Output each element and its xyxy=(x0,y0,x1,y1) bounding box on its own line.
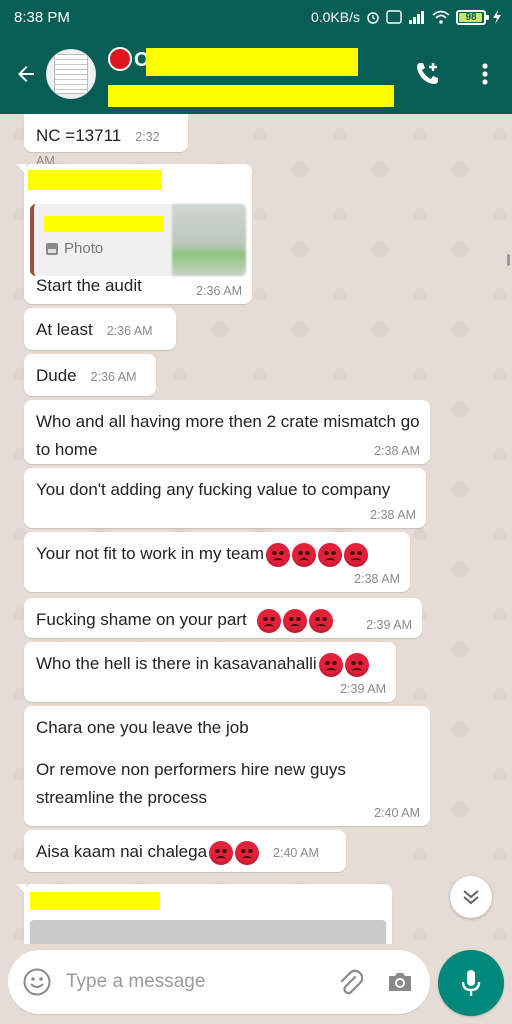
message-text: Fucking shame on your part xyxy=(36,610,247,629)
scroll-to-bottom-button[interactable] xyxy=(450,876,492,918)
contact-title[interactable]: O xyxy=(108,39,412,109)
redaction-sender xyxy=(28,170,162,190)
message-time: 2:39 AM xyxy=(366,618,412,632)
message-time: 2:40 AM xyxy=(374,806,420,820)
more-vert-icon[interactable] xyxy=(470,59,500,89)
avatar-image xyxy=(54,54,88,94)
message-text: At least xyxy=(36,320,93,339)
status-icons: 0.0KB/s 98 xyxy=(311,9,502,25)
redaction-name xyxy=(146,48,358,76)
message-time: 2:36 AM xyxy=(106,324,153,338)
charging-icon xyxy=(492,10,502,24)
message-text: You don't adding any fucking value to co… xyxy=(36,480,391,499)
mic-button[interactable] xyxy=(438,950,504,1016)
quoted-message[interactable]: Photo xyxy=(30,204,246,276)
message-bubble[interactable]: NC =13711 2:32 AM xyxy=(24,114,188,168)
message-time: 2:36 AM xyxy=(196,284,242,298)
double-chevron-down-icon xyxy=(463,890,479,905)
battery-level: 98 xyxy=(465,11,477,23)
angry-face-icon xyxy=(266,542,291,567)
bubble-tail xyxy=(16,884,26,894)
bubble-tail xyxy=(16,164,26,174)
scrollbar[interactable] xyxy=(507,254,510,266)
message-bubble[interactable]: Dude 2:36 AM xyxy=(24,354,156,396)
message-text: Your not fit to work in my team xyxy=(36,544,265,563)
message-text: Who and all having more then 2 crate mis… xyxy=(36,412,420,459)
angry-face-icon xyxy=(344,652,369,677)
message-time: 2:38 AM xyxy=(374,444,420,458)
message-bubble[interactable]: Aisa kaam nai chalega 2:40 AM xyxy=(24,830,346,872)
mic-icon xyxy=(461,970,481,996)
message-bubble[interactable]: At least 2:36 AM xyxy=(24,308,176,350)
back-arrow-icon[interactable] xyxy=(12,60,40,88)
battery-icon: 98 xyxy=(456,9,489,25)
alarm-icon xyxy=(366,10,380,24)
message-text: Chara one you leave the job xyxy=(36,718,249,737)
message-input[interactable] xyxy=(66,971,316,993)
signal-icon xyxy=(408,10,426,24)
message-time: 2:39 AM xyxy=(340,682,386,696)
message-line: Your not fit to work in my team xyxy=(36,540,398,568)
angry-face-icon xyxy=(344,542,369,567)
chat-area[interactable]: NC =13711 2:32 AM Photo Start the audit 2… xyxy=(0,114,512,944)
message-bubble[interactable]: Who and all having more then 2 crate mis… xyxy=(24,400,430,464)
angry-face-icon xyxy=(283,608,308,633)
message-bubble[interactable]: Fucking shame on your part 2:39 AM xyxy=(24,598,422,638)
blurred-attachment xyxy=(30,920,386,944)
message-time: 2:38 AM xyxy=(354,572,400,586)
message-text: NC =13711 xyxy=(36,126,122,145)
message-composer xyxy=(8,950,430,1014)
message-text: Start the audit xyxy=(36,276,142,295)
message-text-2: Or remove non performers hire new guys s… xyxy=(36,760,346,807)
message-time: 2:36 AM xyxy=(90,370,137,384)
voice-call-add-icon[interactable] xyxy=(412,59,442,89)
quoted-photo-label: Photo xyxy=(46,240,103,257)
volte-icon xyxy=(386,10,402,24)
camera-icon[interactable] xyxy=(384,966,416,998)
message-bubble[interactable] xyxy=(16,884,392,944)
message-bubble[interactable]: Your not fit to work in my team 2:38 AM xyxy=(24,532,410,592)
angry-face-icon xyxy=(309,608,334,633)
message-time: 2:40 AM xyxy=(273,846,319,860)
header-actions xyxy=(412,59,500,89)
attach-icon[interactable] xyxy=(334,966,366,998)
network-speed: 0.0KB/s xyxy=(310,9,360,25)
message-text: Dude xyxy=(36,366,77,385)
message-bubble[interactable]: You don't adding any fucking value to co… xyxy=(24,468,426,528)
avatar[interactable] xyxy=(46,49,96,99)
message-line: Who the hell is there in kasavanahalli xyxy=(36,650,384,678)
quote-label: Photo xyxy=(64,240,104,257)
message-text: Aisa kaam nai chalega xyxy=(36,842,208,861)
message-text: Who the hell is there in kasavanahalli xyxy=(36,654,317,673)
status-time: 8:38 PM xyxy=(14,8,70,26)
emoji-icon[interactable] xyxy=(22,967,52,997)
wifi-icon xyxy=(432,10,450,24)
redaction-sender xyxy=(30,892,160,910)
angry-face-icon xyxy=(318,542,343,567)
message-bubble[interactable]: Chara one you leave the job Or remove no… xyxy=(24,706,430,826)
redaction-subtitle xyxy=(108,85,394,107)
message-bubble[interactable]: Photo Start the audit 2:36 AM xyxy=(16,164,252,304)
message-time: 2:38 AM xyxy=(370,508,416,522)
angry-face-icon xyxy=(235,840,260,865)
red-circle-emoji xyxy=(108,47,132,71)
message-bubble[interactable]: Who the hell is there in kasavanahalli 2… xyxy=(24,642,396,702)
angry-face-icon xyxy=(209,840,234,865)
quoted-photo-thumbnail xyxy=(172,204,246,276)
redaction-quoted-sender xyxy=(44,216,164,232)
status-bar: 8:38 PM 0.0KB/s 98 xyxy=(0,0,512,34)
angry-face-icon xyxy=(257,608,282,633)
angry-face-icon xyxy=(292,542,317,567)
photo-icon xyxy=(46,242,58,255)
chat-header: O xyxy=(0,34,512,114)
angry-face-icon xyxy=(318,652,343,677)
